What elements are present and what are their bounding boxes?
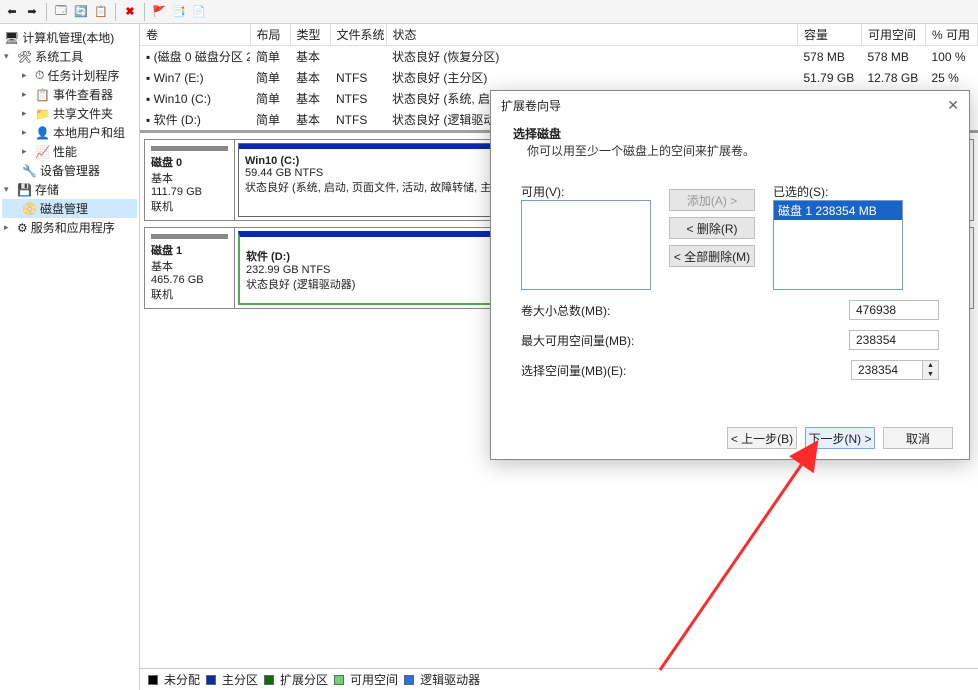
legend: 未分配 主分区 扩展分区 可用空间 逻辑驱动器 bbox=[140, 668, 978, 690]
extend-volume-wizard: 扩展卷向导 ✕ 选择磁盘 你可以用至少一个磁盘上的空间来扩展卷。 可用(V): … bbox=[490, 90, 970, 460]
toolbar: ⬅ ➡ 🗔 🔄 📋 ✖ 🚩 📑 📄 bbox=[0, 0, 978, 24]
forward-icon[interactable]: ➡ bbox=[24, 4, 40, 20]
back-icon[interactable]: ⬅ bbox=[4, 4, 20, 20]
refresh-icon[interactable]: 🔄 bbox=[73, 4, 89, 20]
add-button[interactable]: 添加(A) > bbox=[669, 189, 755, 211]
col-status: 状态 bbox=[386, 24, 798, 46]
select-space-label: 选择空间量(MB)(E): bbox=[521, 362, 626, 379]
help-icon[interactable]: 📄 bbox=[191, 4, 207, 20]
volume-row[interactable]: ▪ (磁盘 0 磁盘分区 2)简单基本状态良好 (恢复分区)578 MB578 … bbox=[140, 46, 978, 68]
spinner-buttons[interactable]: ▲▼ bbox=[923, 360, 939, 380]
selected-listbox[interactable]: 磁盘 1 238354 MB bbox=[773, 200, 903, 290]
tree-services[interactable]: ▸⚙ 服务和应用程序 bbox=[2, 218, 137, 237]
disk-1-label: 磁盘 1 基本 465.76 GB 联机 bbox=[145, 228, 235, 308]
tree-disk-mgmt[interactable]: 📀 磁盘管理 bbox=[2, 199, 137, 218]
spin-up-icon[interactable]: ▲ bbox=[923, 361, 938, 370]
tree-task-scheduler[interactable]: ▸⏱ 任务计划程序 bbox=[2, 66, 137, 85]
select-space-input[interactable]: 238354 bbox=[851, 360, 923, 380]
tree-shared-folders[interactable]: ▸📁 共享文件夹 bbox=[2, 104, 137, 123]
available-label: 可用(V): bbox=[521, 183, 651, 200]
col-pct: % 可用 bbox=[926, 24, 978, 46]
sidebar-tree: 🖥 计算机管理(本地) ▾🛠 系统工具 ▸⏱ 任务计划程序 ▸📋 事件查看器 ▸… bbox=[0, 24, 140, 690]
properties-icon[interactable]: 📋 bbox=[93, 4, 109, 20]
tree-root[interactable]: 🖥 计算机管理(本地) bbox=[2, 28, 137, 47]
legend-ext-icon bbox=[264, 675, 274, 685]
legend-logical-icon bbox=[404, 675, 414, 685]
available-listbox[interactable] bbox=[521, 200, 651, 290]
console-icon[interactable]: 🗔 bbox=[53, 4, 69, 20]
col-capacity: 容量 bbox=[798, 24, 862, 46]
col-volume: 卷 bbox=[140, 24, 250, 46]
tree-event-viewer[interactable]: ▸📋 事件查看器 bbox=[2, 85, 137, 104]
col-layout: 布局 bbox=[250, 24, 290, 46]
col-fs: 文件系统 bbox=[330, 24, 386, 46]
dialog-heading: 选择磁盘 bbox=[513, 125, 947, 142]
tree-performance[interactable]: ▸📈 性能 bbox=[2, 142, 137, 161]
delete-icon[interactable]: ✖ bbox=[122, 4, 138, 20]
max-space-value: 238354 bbox=[849, 330, 939, 350]
max-space-label: 最大可用空间量(MB): bbox=[521, 332, 634, 349]
dialog-titlebar[interactable]: 扩展卷向导 ✕ bbox=[491, 91, 969, 119]
legend-primary-icon bbox=[206, 675, 216, 685]
selected-label: 已选的(S): bbox=[773, 183, 903, 200]
col-type: 类型 bbox=[290, 24, 330, 46]
dialog-subheading: 你可以用至少一个磁盘上的空间来扩展卷。 bbox=[527, 142, 947, 159]
close-icon[interactable]: ✕ bbox=[947, 97, 959, 114]
dialog-title: 扩展卷向导 bbox=[501, 97, 561, 114]
cancel-button[interactable]: 取消 bbox=[883, 427, 953, 449]
disk-0-label: 磁盘 0 基本 111.79 GB 联机 bbox=[145, 140, 235, 220]
total-size-label: 卷大小总数(MB): bbox=[521, 302, 610, 319]
tree-local-users[interactable]: ▸👤 本地用户和组 bbox=[2, 123, 137, 142]
remove-all-button[interactable]: < 全部删除(M) bbox=[669, 245, 755, 267]
legend-unalloc-icon bbox=[148, 675, 158, 685]
tree-device-manager[interactable]: 🔧 设备管理器 bbox=[2, 161, 137, 180]
selected-item[interactable]: 磁盘 1 238354 MB bbox=[774, 201, 902, 220]
volume-header-row[interactable]: 卷 布局 类型 文件系统 状态 容量 可用空间 % 可用 bbox=[140, 24, 978, 46]
next-button[interactable]: 下一步(N) > bbox=[805, 427, 875, 449]
legend-free-icon bbox=[334, 675, 344, 685]
spin-down-icon[interactable]: ▼ bbox=[923, 370, 938, 379]
volume-row[interactable]: ▪ Win7 (E:)简单基本NTFS状态良好 (主分区)51.79 GB12.… bbox=[140, 67, 978, 88]
options-icon[interactable]: 📑 bbox=[171, 4, 187, 20]
tree-storage[interactable]: ▾💾 存储 bbox=[2, 180, 137, 199]
remove-button[interactable]: < 删除(R) bbox=[669, 217, 755, 239]
col-free: 可用空间 bbox=[862, 24, 926, 46]
back-button[interactable]: < 上一步(B) bbox=[727, 427, 797, 449]
total-size-value: 476938 bbox=[849, 300, 939, 320]
tree-system-tools[interactable]: ▾🛠 系统工具 bbox=[2, 47, 137, 66]
flag-icon[interactable]: 🚩 bbox=[151, 4, 167, 20]
